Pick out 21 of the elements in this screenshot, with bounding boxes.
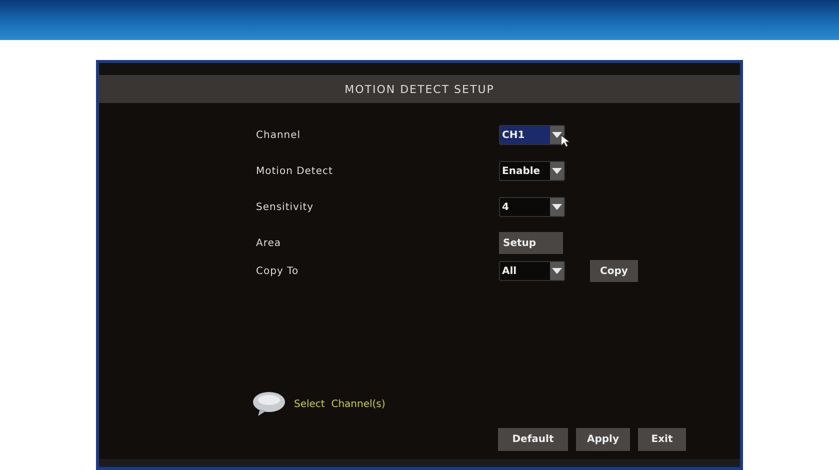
hint-text: Select Channel(s) <box>294 398 386 410</box>
dialog-button[interactable]: Default <box>498 428 568 451</box>
field-label: Motion Detect <box>256 166 334 176</box>
dropdown-arrow-icon <box>552 132 562 138</box>
field-label: Copy To <box>256 266 300 276</box>
field-label: Area <box>256 238 282 248</box>
dropdown-arrow-icon <box>552 268 562 274</box>
setup-button[interactable]: Setup <box>499 232 563 254</box>
dialog-title: MOTION DETECT SETUP <box>99 75 740 103</box>
speech-bubble-icon <box>252 391 286 417</box>
dropdown-arrow-icon <box>552 204 562 210</box>
mouse-cursor-icon <box>561 135 570 148</box>
copy-button[interactable]: Copy <box>590 260 638 282</box>
field-label: Channel <box>256 130 302 140</box>
dropdown-arrow-icon <box>552 168 562 174</box>
dropdown[interactable]: 4 <box>499 197 565 217</box>
dialog-button[interactable]: Apply <box>576 428 630 451</box>
dropdown[interactable]: Enable <box>499 161 565 181</box>
dialog-button[interactable]: Exit <box>638 428 686 451</box>
field-label: Sensitivity <box>256 202 315 212</box>
dropdown[interactable]: All <box>499 261 565 281</box>
